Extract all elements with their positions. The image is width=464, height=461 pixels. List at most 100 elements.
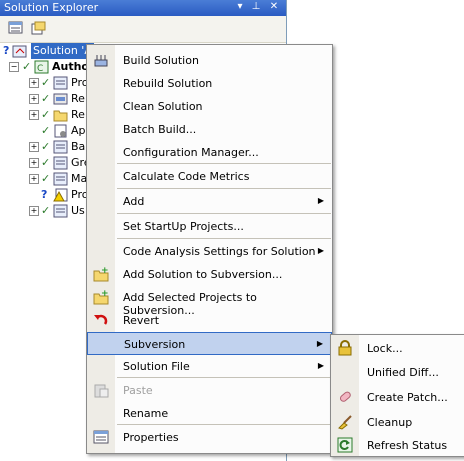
checkmark-icon: ✓ — [41, 156, 51, 169]
tree-item-label: Re — [71, 92, 85, 105]
menu-item-set-startup-projects[interactable]: Set StartUp Projects... — [87, 215, 332, 238]
expand-icon[interactable]: + — [29, 206, 39, 216]
title-bar: Solution Explorer ▾ ⊥ ✕ — [0, 0, 286, 16]
menu-item-label: Properties — [123, 431, 179, 444]
window-title: Solution Explorer — [4, 1, 99, 14]
expand-icon[interactable]: + — [29, 158, 39, 168]
menu-item-label: Add — [123, 195, 145, 208]
patch-icon — [337, 389, 353, 405]
svg-text:+: + — [101, 289, 109, 299]
window-position-icon[interactable]: ▾ — [234, 1, 246, 12]
submenu-item-create-patch[interactable]: Create Patch... — [331, 385, 464, 409]
properties-icon — [93, 429, 109, 445]
menu-separator — [117, 188, 331, 189]
menu-item-properties[interactable]: Properties — [87, 426, 332, 449]
checkmark-icon: ✓ — [41, 140, 51, 153]
build-icon — [93, 52, 109, 68]
project-label: Autho — [52, 60, 89, 73]
checkmark-icon: ✓ — [41, 108, 51, 121]
expand-icon[interactable]: + — [29, 110, 39, 120]
checkmark-icon: ✓ — [41, 204, 51, 217]
menu-item-label: Solution File — [123, 360, 190, 373]
subversion-submenu: Lock... Unified Diff... Create Patch... Cle… — [330, 334, 464, 457]
menu-item-revert[interactable]: Revert — [87, 309, 332, 332]
tree-item-label: Ma — [71, 172, 88, 185]
menu-item-label: Calculate Code Metrics — [123, 170, 250, 183]
revert-icon — [93, 312, 109, 328]
submenu-item-label: Refresh Status — [367, 439, 448, 452]
submenu-item-refresh-status[interactable]: Refresh Status — [331, 433, 464, 457]
menu-item-add[interactable]: Add ▶ — [87, 190, 332, 213]
add-subversion-icon: + — [93, 266, 109, 282]
svg-text:+: + — [101, 266, 109, 276]
menu-item-label: Build Solution — [123, 54, 199, 67]
submenu-arrow-icon: ▶ — [316, 339, 323, 348]
tree-item-label: Ap — [71, 124, 86, 137]
submenu-item-lock[interactable]: Lock... — [331, 336, 464, 360]
menu-item-label: Batch Build... — [123, 123, 197, 136]
menu-item-label: Revert — [123, 314, 160, 327]
checkmark-icon: ✓ — [41, 92, 51, 105]
close-icon[interactable]: ✕ — [268, 1, 280, 12]
menu-item-subversion[interactable]: Subversion ▶ — [87, 332, 332, 355]
solution-label: Solution 'A — [31, 43, 94, 59]
submenu-item-label: Create Patch... — [367, 391, 448, 404]
submenu-item-cleanup[interactable]: Cleanup — [331, 410, 464, 434]
submenu-arrow-icon: ▶ — [317, 196, 324, 205]
question-icon: ? — [3, 44, 10, 57]
checkmark-icon: ✓ — [22, 60, 32, 73]
menu-item-build-solution[interactable]: Build Solution — [87, 49, 332, 72]
menu-item-clean-solution[interactable]: Clean Solution — [87, 95, 332, 118]
menu-item-label: Rename — [123, 407, 169, 420]
menu-item-batch-build[interactable]: Batch Build... — [87, 118, 332, 141]
menu-item-label: Set StartUp Projects... — [123, 220, 244, 233]
menu-separator — [117, 238, 331, 239]
menu-item-add-solution-to-subversion[interactable]: + Add Solution to Subversion... — [87, 263, 332, 286]
add-subversion-icon: + — [93, 289, 109, 305]
show-all-files-icon[interactable] — [30, 21, 46, 35]
properties-icon[interactable] — [8, 21, 24, 35]
toolbar — [0, 16, 286, 43]
expand-icon[interactable]: + — [29, 174, 39, 184]
broom-icon — [337, 414, 353, 430]
expand-icon[interactable]: + — [29, 78, 39, 88]
submenu-item-unified-diff[interactable]: Unified Diff... — [331, 360, 464, 384]
menu-item-add-selected-projects-to-subversion[interactable]: + Add Selected Projects to Subversion... — [87, 286, 332, 317]
auto-hide-icon[interactable]: ⊥ — [250, 1, 262, 12]
menu-item-calculate-code-metrics[interactable]: Calculate Code Metrics — [87, 165, 332, 188]
lock-icon — [337, 340, 353, 356]
menu-separator — [117, 213, 331, 214]
refresh-icon — [337, 437, 353, 453]
checkmark-icon: ✓ — [41, 124, 51, 137]
submenu-item-label: Cleanup — [367, 416, 413, 429]
menu-item-rename[interactable]: Rename — [87, 402, 332, 425]
menu-item-configuration-manager[interactable]: Configuration Manager... — [87, 141, 332, 164]
submenu-item-label: Unified Diff... — [367, 366, 439, 379]
submenu-arrow-icon: ▶ — [317, 246, 324, 255]
menu-item-label: Subversion — [124, 338, 186, 351]
expand-icon[interactable]: + — [29, 142, 39, 152]
expand-icon[interactable]: + — [29, 94, 39, 104]
class-file-icon — [53, 204, 69, 223]
menu-item-label: Paste — [123, 384, 153, 397]
tree-item-label: Re — [71, 108, 85, 121]
question-icon: ? — [41, 188, 48, 201]
menu-item-label: Clean Solution — [123, 100, 203, 113]
submenu-item-label: Lock... — [367, 342, 403, 355]
context-menu: Build Solution Rebuild Solution Clean Solu… — [86, 44, 333, 454]
menu-item-label: Code Analysis Settings for Solution — [123, 245, 316, 258]
menu-item-solution-file[interactable]: Solution File ▶ — [87, 355, 332, 378]
paste-icon — [93, 382, 109, 398]
submenu-arrow-icon: ▶ — [317, 361, 324, 370]
menu-item-label: Add Solution to Subversion... — [123, 268, 283, 281]
collapse-icon[interactable]: − — [9, 62, 19, 72]
svg-text:C: C — [37, 64, 43, 74]
menu-item-paste: Paste — [87, 379, 332, 402]
tree-item-label: Us — [71, 204, 85, 217]
menu-item-label: Rebuild Solution — [123, 77, 213, 90]
checkmark-icon: ✓ — [41, 76, 51, 89]
tree-item-label: Ba — [71, 140, 86, 153]
menu-item-code-analysis-settings-for-solution[interactable]: Code Analysis Settings for Solution ▶ — [87, 240, 332, 263]
checkmark-icon: ✓ — [41, 172, 51, 185]
menu-item-rebuild-solution[interactable]: Rebuild Solution — [87, 72, 332, 95]
